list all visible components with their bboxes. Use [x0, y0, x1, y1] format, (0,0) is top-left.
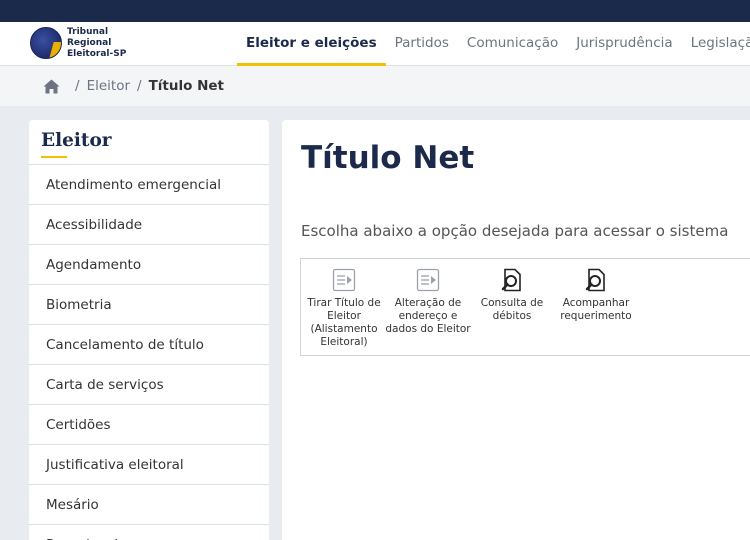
breadcrumb-current: Título Net — [148, 78, 224, 94]
breadcrumb-separator: / — [75, 78, 80, 94]
sidebar-item-mesario[interactable]: Mesário — [29, 484, 269, 524]
option-label-line: dados do Eleitor — [385, 323, 471, 335]
option-label-line: Eleitoral) — [320, 336, 368, 348]
sidebar-item-certidoes[interactable]: Certidões — [29, 404, 269, 444]
breadcrumb: / Eleitor / Título Net — [0, 66, 750, 106]
nav-legislacao[interactable]: Legislação — [682, 22, 750, 66]
option-consulta-debitos[interactable]: Consulta de débitos — [475, 267, 549, 323]
option-label-line: requerimento — [560, 310, 632, 322]
logo-line: Regional — [67, 38, 112, 48]
option-label-line: (Alistamento — [310, 323, 378, 335]
main-nav: Eleitor e eleições Partidos Comunicação … — [237, 22, 750, 66]
logo-line: Eleitoral-SP — [67, 49, 127, 59]
nav-partidos[interactable]: Partidos — [386, 22, 458, 66]
home-icon[interactable] — [43, 79, 60, 94]
form-arrow-icon — [416, 268, 440, 292]
document-search-icon — [585, 268, 605, 292]
intro-text: Escolha abaixo a opção desejada para ace… — [301, 222, 729, 240]
option-alteracao-endereco[interactable]: Alteração de endereço e dados do Eleitor — [385, 267, 471, 336]
sidebar-item-justificativa[interactable]: Justificativa eleitoral — [29, 444, 269, 484]
logo-line: Tribunal — [67, 27, 109, 37]
breadcrumb-eleitor[interactable]: Eleitor — [87, 78, 130, 94]
option-label-line: Consulta de — [480, 297, 544, 309]
sidebar: Eleitor Atendimento emergencial Acessibi… — [29, 120, 269, 540]
page-title: Título Net — [301, 140, 475, 176]
main-content: Título Net Escolha abaixo a opção deseja… — [282, 120, 750, 540]
option-label-line: Tirar Título de — [307, 297, 381, 309]
option-label-line: Eleitor — [327, 310, 361, 322]
document-search-icon — [501, 268, 521, 292]
tre-sp-logo[interactable]: Tribunal Regional Eleitoral-SP — [30, 25, 140, 63]
option-tirar-titulo[interactable]: Tirar Título de Eleitor (Alistamento Ele… — [303, 267, 385, 349]
top-bar — [0, 0, 750, 22]
site-header: Tribunal Regional Eleitoral-SP Eleitor e… — [0, 22, 750, 66]
option-acompanhar-requerimento[interactable]: Acompanhar requerimento — [555, 267, 637, 323]
option-label-line: endereço e — [398, 310, 458, 322]
logo-text: Tribunal Regional Eleitoral-SP — [67, 27, 126, 60]
sidebar-item-acessibilidade[interactable]: Acessibilidade — [29, 204, 269, 244]
nav-jurisprudencia[interactable]: Jurisprudência — [567, 22, 681, 66]
globe-logo-icon — [30, 27, 62, 59]
sidebar-list: Atendimento emergencial Acessibilidade A… — [29, 164, 269, 540]
form-arrow-icon — [332, 268, 356, 292]
sidebar-item-cancelamento[interactable]: Cancelamento de título — [29, 324, 269, 364]
option-label-line: Acompanhar — [562, 297, 630, 309]
option-label-line: débitos — [492, 310, 532, 322]
nav-comunicacao[interactable]: Comunicação — [458, 22, 567, 66]
sidebar-item-pesquisa-zonas[interactable]: Pesquisa de zonas — [29, 524, 269, 540]
options-panel: Tirar Título de Eleitor (Alistamento Ele… — [300, 258, 750, 356]
sidebar-item-atendimento[interactable]: Atendimento emergencial — [29, 164, 269, 204]
sidebar-item-biometria[interactable]: Biometria — [29, 284, 269, 324]
nav-eleitor[interactable]: Eleitor e eleições — [237, 22, 386, 66]
sidebar-title: Eleitor — [41, 130, 112, 151]
title-underline — [41, 156, 67, 158]
option-label-line: Alteração de — [394, 297, 462, 309]
sidebar-item-carta-servicos[interactable]: Carta de serviços — [29, 364, 269, 404]
sidebar-item-agendamento[interactable]: Agendamento — [29, 244, 269, 284]
breadcrumb-separator: / — [137, 78, 142, 94]
